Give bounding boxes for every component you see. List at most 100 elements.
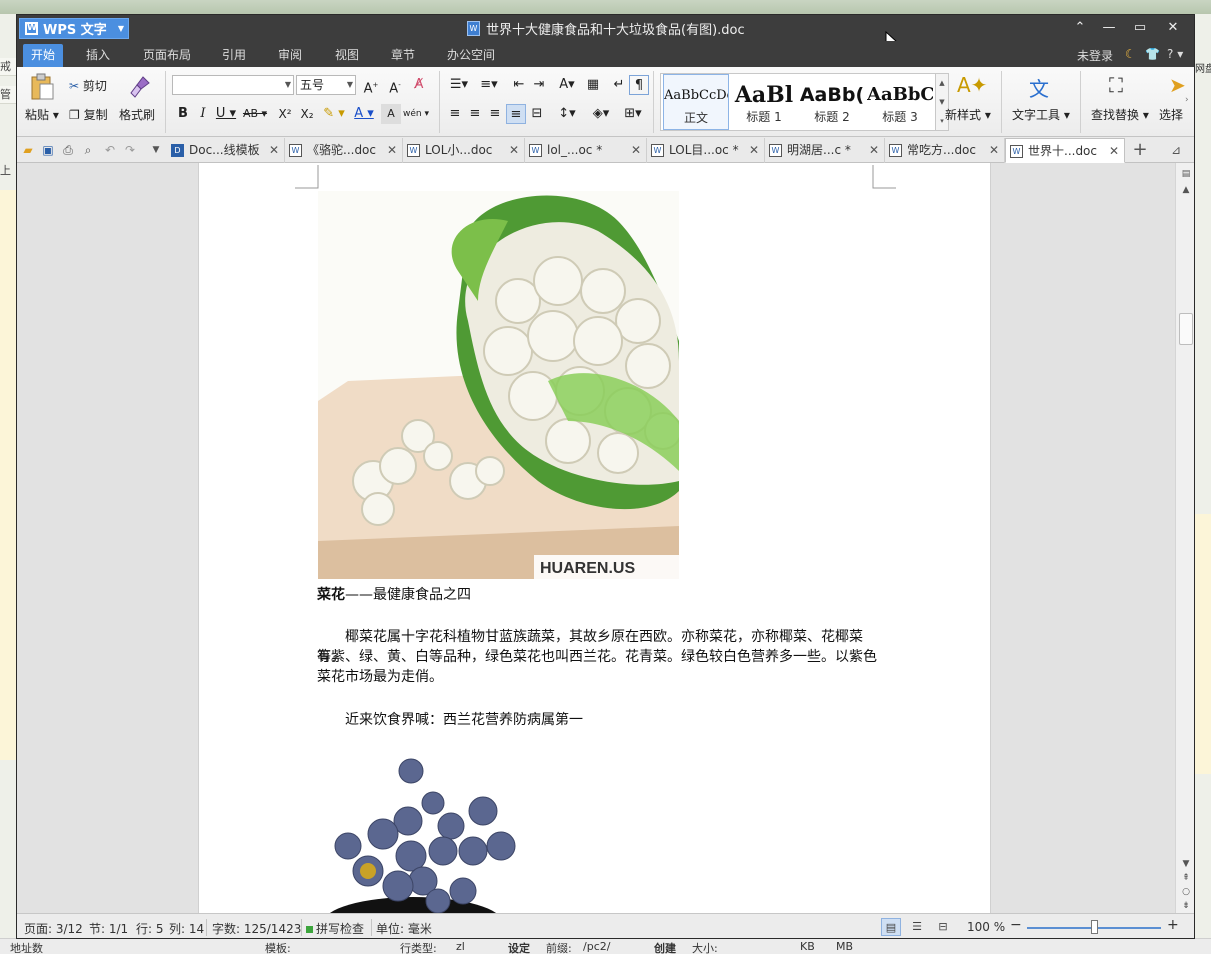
undo-icon[interactable]: ↶ — [101, 141, 119, 159]
close-tab-icon[interactable]: ✕ — [749, 138, 759, 163]
bold-button[interactable]: B — [173, 104, 193, 124]
new-tab-icon[interactable]: + — [1131, 141, 1149, 159]
tab-view[interactable]: 视图 — [328, 44, 366, 67]
scroll-up-icon[interactable]: ▲ — [1179, 183, 1193, 197]
tab-chapter[interactable]: 章节 — [384, 44, 422, 67]
spell-check-toggle[interactable]: 拼写检查 — [306, 920, 364, 937]
save-icon[interactable]: ▣ — [39, 141, 57, 159]
web-view-button[interactable]: ⊟ — [933, 918, 953, 936]
print-icon[interactable]: ⎙ — [59, 141, 77, 159]
status-page[interactable]: 页面: 3/12 — [24, 920, 83, 937]
tab-home[interactable]: 开始 — [23, 44, 63, 67]
tab-list-icon[interactable]: ⊿ — [1167, 141, 1185, 159]
status-word-count[interactable]: 字数: 125/1423 — [212, 920, 301, 937]
table-icon[interactable]: ▦ — [583, 75, 603, 95]
superscript-button[interactable]: X² — [275, 104, 295, 124]
document-page[interactable]: HUAREN.US 菜花——最健康食品之四 椰菜花属十字花科植物甘蓝族蔬菜，其故… — [198, 163, 991, 913]
paste-button[interactable]: 粘贴 ▾ — [25, 106, 59, 123]
text-direction-icon[interactable]: A▾ — [553, 75, 581, 95]
scrollbar-thumb[interactable] — [1179, 313, 1193, 345]
tab-office-space[interactable]: 办公空间 — [441, 44, 501, 67]
doc-tab-1[interactable]: D Doc...线模板 ✕ — [167, 138, 285, 163]
close-tab-icon[interactable]: ✕ — [869, 138, 879, 163]
doc-tab-4[interactable]: W lol_...oc * ✕ — [525, 138, 647, 163]
collapse-ribbon-button[interactable]: ⌃ — [1069, 18, 1091, 38]
find-replace-button[interactable]: 查找替换 ▾ — [1091, 106, 1149, 123]
line-break-icon[interactable]: ↵ — [609, 75, 629, 95]
zoom-level[interactable]: 100 % — [967, 920, 1005, 934]
redo-icon[interactable]: ↷ — [121, 141, 139, 159]
tab-references[interactable]: 引用 — [215, 44, 253, 67]
subscript-button[interactable]: X₂ — [297, 104, 317, 124]
vertical-scrollbar[interactable]: ▤ ▲ ▼ ⇞ ○ ⇟ — [1175, 163, 1194, 913]
doc-tab-3[interactable]: W LOL小...doc ✕ — [403, 138, 525, 163]
open-folder-icon[interactable]: ▰ — [19, 141, 37, 159]
align-left-icon[interactable]: ≡ — [445, 104, 465, 124]
close-button[interactable]: ✕ — [1162, 18, 1184, 38]
binoculars-icon[interactable]: ⛶ — [1109, 73, 1123, 97]
shrink-font-button[interactable]: A- — [385, 75, 405, 96]
skin-icon[interactable]: ☾ — [1125, 47, 1136, 61]
shading-icon[interactable]: ◈▾ — [587, 104, 615, 124]
select-arrow-icon[interactable]: ➤ — [1169, 73, 1186, 97]
phonetic-guide-button[interactable]: wén ▾ — [403, 104, 429, 124]
close-tab-icon[interactable]: ✕ — [269, 138, 279, 163]
login-status[interactable]: 未登录 — [1077, 47, 1113, 64]
zoom-in-button[interactable]: + — [1167, 917, 1179, 933]
doc-tab-8-active[interactable]: W 世界十...doc ✕ — [1005, 138, 1125, 163]
cut-button[interactable]: ✂ 剪切 — [69, 77, 107, 94]
select-button[interactable]: 选择 — [1159, 106, 1183, 123]
page-view-button[interactable]: ▤ — [881, 918, 901, 936]
close-tab-icon[interactable]: ✕ — [387, 138, 397, 163]
strikethrough-button[interactable]: AB ▾ — [241, 104, 269, 124]
font-name-select[interactable]: ▼ — [172, 75, 294, 95]
browse-object-icon[interactable]: ○ — [1179, 885, 1193, 899]
justify-icon[interactable]: ≡ — [506, 104, 526, 124]
tab-insert[interactable]: 插入 — [77, 44, 119, 67]
style-heading-3[interactable]: AaBbC 标题 3 — [867, 74, 933, 130]
minimize-button[interactable]: — — [1098, 18, 1120, 38]
tab-page-layout[interactable]: 页面布局 — [137, 44, 197, 67]
show-hide-icon[interactable]: ¶ — [629, 75, 649, 95]
clear-format-icon[interactable]: A̸ — [409, 75, 429, 95]
line-spacing-icon[interactable]: ↕▾ — [553, 104, 581, 124]
text-tools-button[interactable]: 文字工具 ▾ — [1012, 106, 1070, 123]
border-icon[interactable]: ⊞▾ — [619, 104, 647, 124]
shirt-icon[interactable]: 👕 — [1145, 47, 1160, 61]
text-tools-icon[interactable]: 文 — [1029, 73, 1049, 102]
style-heading-2[interactable]: AaBb( 标题 2 — [799, 74, 865, 130]
doc-tab-5[interactable]: W LOL目...oc * ✕ — [647, 138, 765, 163]
blueberries-image[interactable] — [323, 751, 533, 913]
char-shading-button[interactable]: A — [381, 104, 401, 124]
close-tab-icon[interactable]: ✕ — [989, 138, 999, 163]
close-tab-icon[interactable]: ✕ — [509, 138, 519, 163]
print-preview-icon[interactable]: ⌕ — [79, 141, 97, 159]
app-menu-button[interactable]: W WPS 文字 ▼ — [19, 18, 129, 39]
format-painter-button[interactable]: 格式刷 — [119, 106, 155, 123]
doc-tab-2[interactable]: W 《骆驼...doc ✕ — [285, 138, 403, 163]
align-center-icon[interactable]: ≡ — [465, 104, 485, 124]
quick-access-menu-icon[interactable]: ▼ — [147, 141, 165, 159]
copy-button[interactable]: ❐ 复制 — [69, 106, 108, 123]
font-size-select[interactable]: 五号 ▼ — [296, 75, 356, 95]
increase-indent-icon[interactable]: ⇥ — [529, 75, 549, 95]
brush-icon[interactable] — [129, 75, 151, 102]
close-tab-icon[interactable]: ✕ — [631, 138, 641, 163]
italic-button[interactable]: I — [193, 104, 213, 124]
style-heading-1[interactable]: AaBl 标题 1 — [731, 74, 797, 130]
align-right-icon[interactable]: ≡ — [485, 104, 505, 124]
font-color-button[interactable]: A ▾ — [351, 104, 377, 124]
style-normal[interactable]: AaBbCcDd 正文 — [663, 74, 729, 130]
numbered-list-icon[interactable]: ≡▾ — [475, 75, 503, 95]
distribute-icon[interactable]: ⊟ — [527, 104, 547, 124]
underline-button[interactable]: U ▾ — [213, 104, 239, 124]
decrease-indent-icon[interactable]: ⇤ — [509, 75, 529, 95]
outline-view-button[interactable]: ☰ — [907, 918, 927, 936]
paste-icon[interactable] — [29, 73, 55, 104]
doc-tab-6[interactable]: W 明湖居...c * ✕ — [765, 138, 885, 163]
tab-review[interactable]: 审阅 — [271, 44, 309, 67]
ribbon-scroll-right[interactable]: › — [1185, 95, 1189, 105]
split-view-icon[interactable]: ▤ — [1179, 167, 1193, 181]
cauliflower-image[interactable]: HUAREN.US — [318, 191, 679, 579]
status-unit[interactable]: 单位: 毫米 — [376, 920, 432, 937]
